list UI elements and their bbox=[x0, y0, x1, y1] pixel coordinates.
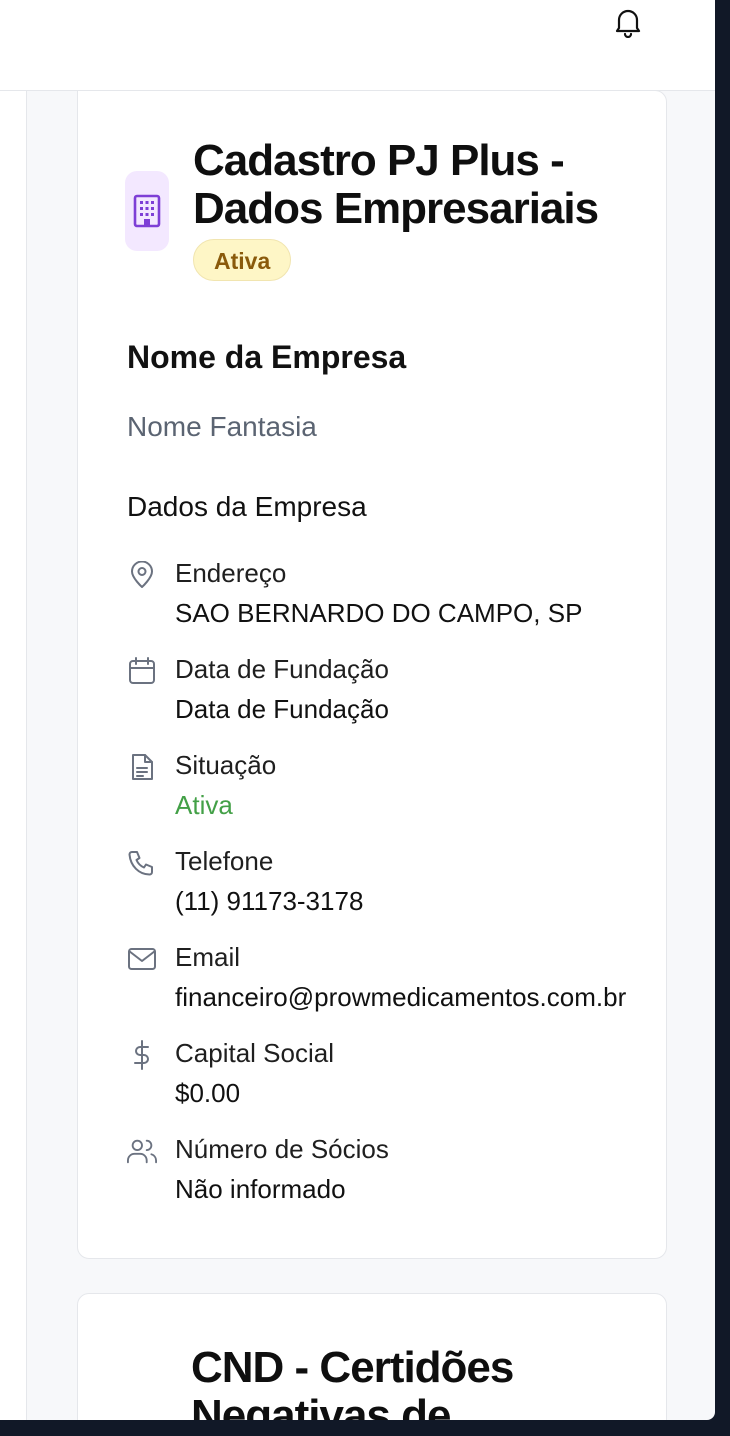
cnd-card-title: CND - Certidões Negativas de bbox=[191, 1343, 514, 1421]
users-icon bbox=[127, 1136, 157, 1166]
status-label: Situação bbox=[175, 750, 277, 780]
address-label: Endereço bbox=[175, 558, 287, 588]
dollar-icon bbox=[127, 1040, 157, 1070]
cnd-card: CND - Certidões Negativas de bbox=[77, 1293, 667, 1420]
app-viewport: Cadastro PJ Plus - Dados Empresariais At… bbox=[0, 0, 715, 1420]
phone-label: Telefone bbox=[175, 846, 274, 876]
info-row-capital: Capital Social $0.00 bbox=[127, 1038, 687, 1118]
company-name: Nome da Empresa bbox=[127, 339, 407, 375]
notifications-bell-icon[interactable] bbox=[612, 5, 644, 39]
map-pin-icon bbox=[127, 560, 157, 590]
address-value: SAO BERNARDO DO CAMPO, SP bbox=[175, 598, 583, 628]
info-row-status: Situação Ativa bbox=[127, 750, 687, 830]
info-row-foundation-date: Data de Fundação Data de Fundação bbox=[127, 654, 687, 734]
phone-value[interactable]: (11) 91173-3178 bbox=[175, 886, 363, 917]
calendar-icon bbox=[127, 656, 157, 686]
foundation-date-label: Data de Fundação bbox=[175, 654, 389, 684]
card-title: Cadastro PJ Plus - Dados Empresariais bbox=[193, 136, 599, 233]
email-label: Email bbox=[175, 942, 241, 972]
status-badge: Ativa bbox=[193, 239, 292, 281]
info-row-partners: Número de Sócios Não informado bbox=[127, 1134, 687, 1214]
info-row-address: Endereço SAO BERNARDO DO CAMPO, SP bbox=[127, 558, 687, 638]
partners-label: Número de Sócios bbox=[175, 1134, 389, 1164]
partners-value: Não informado bbox=[175, 1174, 346, 1204]
info-row-email: Email financeiro@prowmedicamentos.com.br bbox=[127, 942, 687, 1022]
phone-icon bbox=[127, 848, 157, 878]
status-value: Ativa bbox=[175, 790, 233, 820]
trade-name: Nome Fantasia bbox=[127, 411, 317, 442]
email-value[interactable]: financeiro@prowmedicamentos.com.br bbox=[175, 982, 626, 1013]
company-data-card: Cadastro PJ Plus - Dados Empresariais At… bbox=[77, 90, 667, 1259]
top-bar bbox=[0, 0, 715, 91]
sidebar-edge bbox=[0, 91, 27, 1420]
document-icon bbox=[127, 752, 157, 782]
building-icon bbox=[125, 171, 169, 251]
mail-icon bbox=[127, 944, 157, 974]
capital-label: Capital Social bbox=[175, 1038, 334, 1068]
foundation-date-value: Data de Fundação bbox=[175, 694, 389, 724]
section-title: Dados da Empresa bbox=[127, 491, 367, 522]
info-row-phone: Telefone (11) 91173-3178 bbox=[127, 846, 687, 926]
capital-value: $0.00 bbox=[175, 1078, 241, 1108]
